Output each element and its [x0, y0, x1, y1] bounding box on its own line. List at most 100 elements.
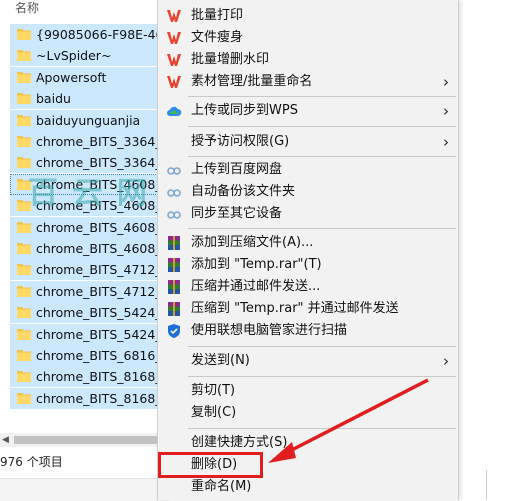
menu-item-send-to[interactable]: 发送到(N) › — [158, 350, 458, 372]
menu-item-label: 批量打印 — [191, 8, 244, 23]
file-name: chrome_BITS_4608_9 — [36, 198, 170, 214]
baidu-netdisk-icon — [167, 189, 181, 197]
menu-item-file-slim[interactable]: 文件瘦身 — [158, 27, 458, 49]
file-name: chrome_BITS_4712_1 — [36, 283, 170, 299]
folder-icon — [17, 157, 31, 169]
horizontal-scrollbar[interactable]: ◀ — [0, 433, 170, 447]
menu-separator — [188, 96, 456, 97]
file-name: chrome_BITS_4608_1 — [36, 219, 170, 235]
winrar-icon — [168, 280, 180, 294]
scrollbar-thumb[interactable] — [14, 436, 170, 444]
winrar-icon — [168, 302, 180, 316]
menu-item-auto-backup[interactable]: 自动备份该文件夹 — [158, 181, 458, 203]
list-item[interactable]: chrome_BITS_4608_5 — [10, 173, 170, 195]
folder-icon — [17, 350, 31, 361]
menu-item-label: 复制(C) — [191, 405, 237, 420]
folder-icon — [17, 178, 31, 190]
folder-icon — [17, 71, 31, 83]
list-item[interactable]: chrome_BITS_5424_1 — [10, 323, 170, 345]
scroll-left-icon[interactable]: ◀ — [2, 433, 9, 447]
menu-item-label: 上传到百度网盘 — [191, 162, 283, 177]
folder-icon — [17, 371, 31, 383]
folder-icon — [17, 243, 31, 254]
folder-icon — [17, 93, 31, 105]
divider — [486, 470, 495, 500]
file-explorer-pane: 名称 {99085066-F98E-46E ~LvSpider~ Apowers… — [0, 0, 170, 501]
list-item[interactable]: chrome_BITS_6816_6 — [10, 345, 170, 366]
menu-item-add-archive[interactable]: 添加到压缩文件(A)... — [158, 232, 458, 254]
list-item[interactable]: Apowersoft — [10, 66, 170, 88]
file-name: chrome_BITS_4712_1 — [36, 262, 170, 278]
list-item[interactable]: chrome_BITS_8168_7 — [10, 387, 170, 409]
menu-separator — [188, 346, 456, 347]
file-name: ~LvSpider~ — [36, 48, 112, 64]
menu-item-label: 上传或同步到WPS — [191, 103, 298, 118]
list-item[interactable]: chrome_BITS_4712_1 — [10, 259, 170, 281]
baidu-netdisk-icon — [167, 211, 181, 219]
menu-item-upload-baidu[interactable]: 上传到百度网盘 — [158, 159, 458, 181]
chevron-right-icon: › — [443, 352, 449, 370]
menu-item-rename[interactable]: 重命名(M) — [158, 476, 458, 498]
menu-item-compress-temp-email[interactable]: 压缩到 "Temp.rar" 并通过邮件发送 — [158, 298, 458, 320]
winrar-icon — [168, 236, 180, 250]
menu-item-batch-print[interactable]: 批量打印 — [158, 5, 458, 27]
list-item[interactable]: chrome_BITS_4608_2 — [10, 238, 170, 259]
list-item[interactable]: chrome_BITS_3364_1 — [10, 152, 170, 174]
list-item[interactable]: chrome_BITS_4608_9 — [10, 195, 170, 217]
lenovo-shield-icon — [168, 324, 180, 338]
wps-icon — [167, 32, 181, 44]
file-name: chrome_BITS_4608_5 — [36, 176, 170, 192]
menu-item-sync-devices[interactable]: 同步至其它设备 — [158, 203, 458, 225]
folder-icon — [17, 392, 31, 404]
chevron-right-icon: › — [443, 73, 449, 91]
chevron-right-icon: › — [443, 133, 449, 151]
status-item-count: 976 个项目 — [0, 455, 63, 469]
list-item[interactable]: {99085066-F98E-46E — [10, 24, 170, 45]
file-name: chrome_BITS_3364_1 — [36, 155, 170, 171]
folder-icon — [17, 285, 31, 297]
menu-item-label: 重命名(M) — [191, 479, 252, 494]
wps-icon — [167, 54, 181, 66]
cloud-icon — [167, 106, 182, 116]
list-item[interactable]: chrome_BITS_3364_7 — [10, 131, 170, 152]
file-name: chrome_BITS_5424_6 — [36, 305, 170, 321]
menu-separator — [188, 428, 456, 429]
menu-item-label: 授予访问权限(G) — [191, 134, 290, 149]
file-name: chrome_BITS_8168_7 — [36, 390, 170, 406]
folder-icon — [17, 221, 31, 233]
folder-icon — [17, 50, 31, 62]
file-name: chrome_BITS_5424_1 — [36, 326, 170, 342]
menu-item-upload-wps[interactable]: 上传或同步到WPS › — [158, 100, 458, 122]
list-item[interactable]: chrome_BITS_4712_1 — [10, 280, 170, 302]
menu-item-create-shortcut[interactable]: 创建快捷方式(S) — [158, 432, 458, 454]
menu-item-grant-access[interactable]: 授予访问权限(G) › — [158, 131, 458, 153]
column-header-name[interactable]: 名称 — [0, 0, 170, 18]
list-item[interactable]: baiduyunguanjia — [10, 109, 170, 131]
menu-item-label: 批量增删水印 — [191, 52, 270, 67]
wps-icon — [167, 76, 181, 88]
menu-item-label: 同步至其它设备 — [191, 206, 283, 221]
menu-item-batch-rename[interactable]: 素材管理/批量重命名 › — [158, 71, 458, 93]
menu-separator — [188, 126, 456, 127]
file-name: Apowersoft — [36, 69, 107, 85]
menu-item-compress-email[interactable]: 压缩并通过邮件发送... — [158, 276, 458, 298]
list-item[interactable]: baidu — [10, 88, 170, 110]
folder-icon — [17, 29, 31, 40]
menu-item-batch-watermark[interactable]: 批量增删水印 — [158, 49, 458, 71]
menu-item-copy[interactable]: 复制(C) — [158, 402, 458, 424]
list-item[interactable]: chrome_BITS_4608_1 — [10, 216, 170, 238]
menu-item-label: 自动备份该文件夹 — [191, 184, 296, 199]
menu-item-label: 压缩并通过邮件发送... — [191, 279, 321, 294]
menu-item-label: 添加到 "Temp.rar"(T) — [191, 257, 322, 272]
folder-icon — [17, 328, 31, 340]
menu-item-add-temp-rar[interactable]: 添加到 "Temp.rar"(T) — [158, 254, 458, 276]
menu-item-cut[interactable]: 剪切(T) — [158, 380, 458, 402]
menu-separator — [188, 156, 456, 157]
list-item[interactable]: chrome_BITS_5424_6 — [10, 302, 170, 324]
list-item[interactable]: ~LvSpider~ — [10, 45, 170, 67]
menu-item-lenovo-scan[interactable]: 使用联想电脑管家进行扫描 — [158, 320, 458, 342]
file-name: chrome_BITS_3364_7 — [36, 134, 170, 149]
list-item[interactable]: chrome_BITS_8168_4 — [10, 366, 170, 388]
menu-item-label: 素材管理/批量重命名 — [191, 74, 313, 89]
menu-item-label: 文件瘦身 — [191, 30, 244, 45]
